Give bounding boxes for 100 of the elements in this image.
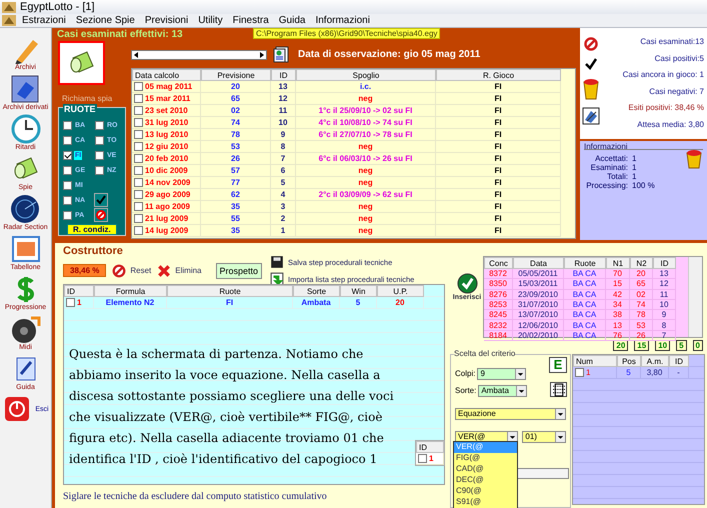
equation-button[interactable]: E: [549, 357, 567, 373]
dropdown-option[interactable]: CAD(@: [454, 464, 517, 475]
delete-button[interactable]: Elimina: [157, 264, 202, 278]
table-cell: 12: [271, 93, 296, 105]
checkbox[interactable]: [575, 368, 584, 377]
horizontal-scrollbar[interactable]: [131, 50, 267, 60]
checkbox[interactable]: [63, 136, 72, 144]
checkbox[interactable]: [134, 142, 143, 151]
checkbox[interactable]: [66, 298, 75, 307]
checkbox[interactable]: [134, 130, 143, 139]
table-cell: FI: [436, 165, 561, 177]
panel-title: Informazioni: [584, 142, 628, 151]
checkbox[interactable]: [418, 454, 427, 463]
stat-line: Casi negativi: 7: [649, 86, 704, 98]
checkbox[interactable]: [63, 196, 72, 204]
checkmark-icon: [456, 273, 478, 294]
dropdown[interactable]: 01): [522, 430, 566, 442]
table-cell: 8: [271, 141, 296, 153]
deselect-all-button[interactable]: [94, 208, 108, 222]
checkbox[interactable]: [95, 166, 104, 174]
menu-item[interactable]: Previsioni: [140, 15, 192, 26]
field-label: Sorte:: [455, 386, 476, 395]
dropdown[interactable]: VER(@: [455, 430, 518, 442]
table-cell: FI: [436, 213, 561, 225]
checkbox[interactable]: [63, 120, 72, 130]
column-header: Sorte: [293, 285, 340, 297]
table-cell: 20: [377, 297, 424, 309]
table-cell: 5: [340, 297, 377, 309]
table-cell: 74: [201, 117, 271, 129]
checkbox[interactable]: [134, 154, 143, 163]
table-cell: neg: [296, 93, 436, 105]
checkbox[interactable]: [134, 94, 143, 103]
column-header: R. Gioco: [436, 69, 561, 81]
table-cell: FI: [436, 225, 561, 237]
stat-line: Attesa media: 3,80: [637, 120, 704, 130]
no-entry-icon: [584, 37, 598, 51]
checkbox[interactable]: [95, 150, 104, 160]
prospect-button[interactable]: Prospetto: [216, 262, 262, 278]
checkbox[interactable]: [134, 106, 143, 115]
footer-text: Siglare le tecniche da escludere dal computo statistico cumulativo: [63, 491, 328, 502]
dropdown-option[interactable]: C90(@: [454, 486, 517, 497]
checkbox[interactable]: [63, 150, 72, 160]
table-cell: FI: [436, 81, 561, 93]
table-cell: 1: [416, 453, 444, 465]
table-cell: neg: [296, 141, 436, 153]
table-cell: 62: [201, 189, 271, 201]
radar-icon: [10, 194, 40, 224]
table-cell: 4°c il 10/08/10 -> 74 su FI: [296, 117, 436, 129]
table-cell: neg: [296, 177, 436, 189]
checkbox[interactable]: [134, 166, 143, 175]
menu-item[interactable]: Sezione Spie: [72, 15, 139, 26]
menu-item[interactable]: Informazioni: [311, 15, 374, 26]
checkbox[interactable]: [134, 226, 143, 235]
column-header: N2: [630, 257, 653, 269]
vertical-scrollbar[interactable]: [688, 257, 702, 337]
section-title: Costruttore: [63, 245, 124, 257]
checkbox[interactable]: [95, 136, 104, 144]
menu-item[interactable]: Finestra: [228, 15, 273, 26]
window-title: EgyptLotto - [1]: [20, 1, 95, 13]
checkbox[interactable]: [134, 190, 143, 199]
dropdown-option[interactable]: S91(@: [454, 497, 517, 508]
document-icon: [273, 46, 289, 63]
table-cell: FI: [436, 201, 561, 213]
dropdown[interactable]: Ambata: [478, 384, 528, 396]
checkbox[interactable]: [95, 120, 104, 130]
checkbox[interactable]: [63, 180, 72, 190]
menu-item[interactable]: Guida: [274, 15, 310, 26]
layout-button[interactable]: [550, 382, 567, 397]
table-cell: BA CA: [564, 290, 606, 300]
checkbox[interactable]: [134, 178, 143, 187]
dropdown-option[interactable]: DEC(@: [454, 475, 517, 486]
dropdown-option[interactable]: FIG(@: [454, 453, 517, 464]
recall-spy-button[interactable]: [58, 41, 105, 85]
table-cell: 70: [606, 269, 630, 280]
app-logo-icon: [2, 15, 16, 26]
table-cell: 8184: [484, 330, 513, 342]
table-cell: BA CA: [564, 320, 606, 331]
checkbox[interactable]: [134, 202, 143, 211]
table-cell: 12: [653, 279, 676, 290]
table-cell: FI: [436, 129, 561, 141]
menu-item[interactable]: Utility: [194, 15, 227, 26]
table-cell: 13: [271, 81, 296, 93]
table-cell: 7: [271, 153, 296, 165]
table-cell: 10: [271, 117, 296, 129]
counter-badge: 5: [676, 340, 687, 350]
table-cell: 1°c il 25/09/10 -> 02 su FI: [296, 105, 436, 117]
checkbox[interactable]: [63, 210, 72, 220]
checkbox[interactable]: [134, 118, 143, 127]
table-cell: 5: [617, 367, 641, 379]
dropdown[interactable]: Equazione: [455, 408, 566, 420]
menu-item[interactable]: Estrazioni: [18, 15, 70, 26]
checkbox[interactable]: [134, 214, 143, 223]
table-cell: FI: [436, 117, 561, 129]
checkbox[interactable]: [134, 82, 143, 91]
table-cell: FI: [436, 141, 561, 153]
checkbox[interactable]: [63, 166, 72, 174]
select-all-button[interactable]: [94, 193, 108, 207]
column-header: ID: [416, 441, 444, 453]
reset-button[interactable]: Reset: [112, 264, 152, 278]
dropdown[interactable]: 9: [477, 368, 526, 380]
